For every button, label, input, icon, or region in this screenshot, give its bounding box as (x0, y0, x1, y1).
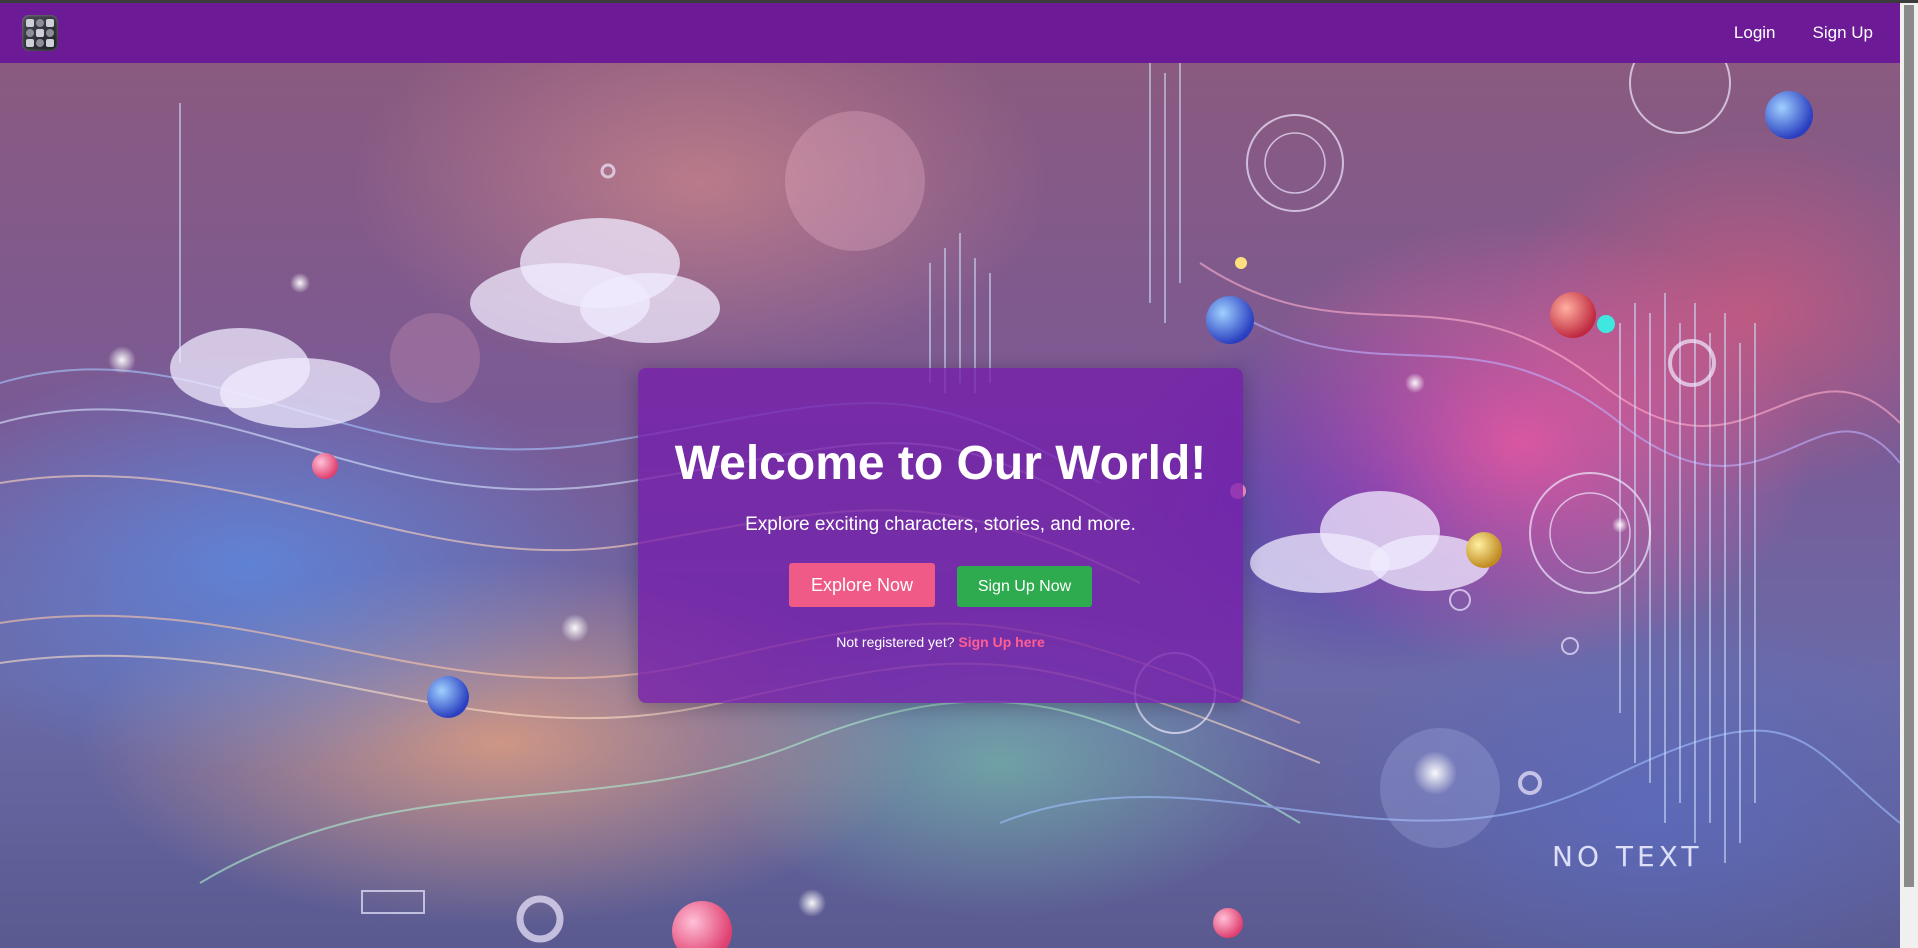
top-navbar: Login Sign Up (0, 3, 1900, 63)
register-prompt: Not registered yet? Sign Up here (638, 634, 1243, 650)
app-logo-icon[interactable] (22, 15, 58, 51)
welcome-title: Welcome to Our World! (674, 437, 1207, 490)
background-watermark-text: NO TEXT (1552, 840, 1703, 873)
nav-links: Login Sign Up (1734, 23, 1878, 43)
explore-now-button[interactable]: Explore Now (789, 563, 935, 607)
welcome-subtitle: Explore exciting characters, stories, an… (745, 514, 1136, 535)
login-link[interactable]: Login (1734, 23, 1776, 43)
hero-background: NO TEXT Welcome to Our World! Explore ex… (0, 63, 1900, 948)
register-prompt-text: Not registered yet? (836, 634, 959, 650)
sign-up-now-button[interactable]: Sign Up Now (957, 566, 1092, 607)
signup-link[interactable]: Sign Up (1813, 23, 1873, 43)
vertical-scrollbar[interactable] (1900, 3, 1918, 948)
sign-up-here-link[interactable]: Sign Up here (958, 634, 1044, 650)
welcome-card: Welcome to Our World! Explore exciting c… (638, 368, 1243, 703)
scrollbar-thumb[interactable] (1904, 5, 1914, 887)
